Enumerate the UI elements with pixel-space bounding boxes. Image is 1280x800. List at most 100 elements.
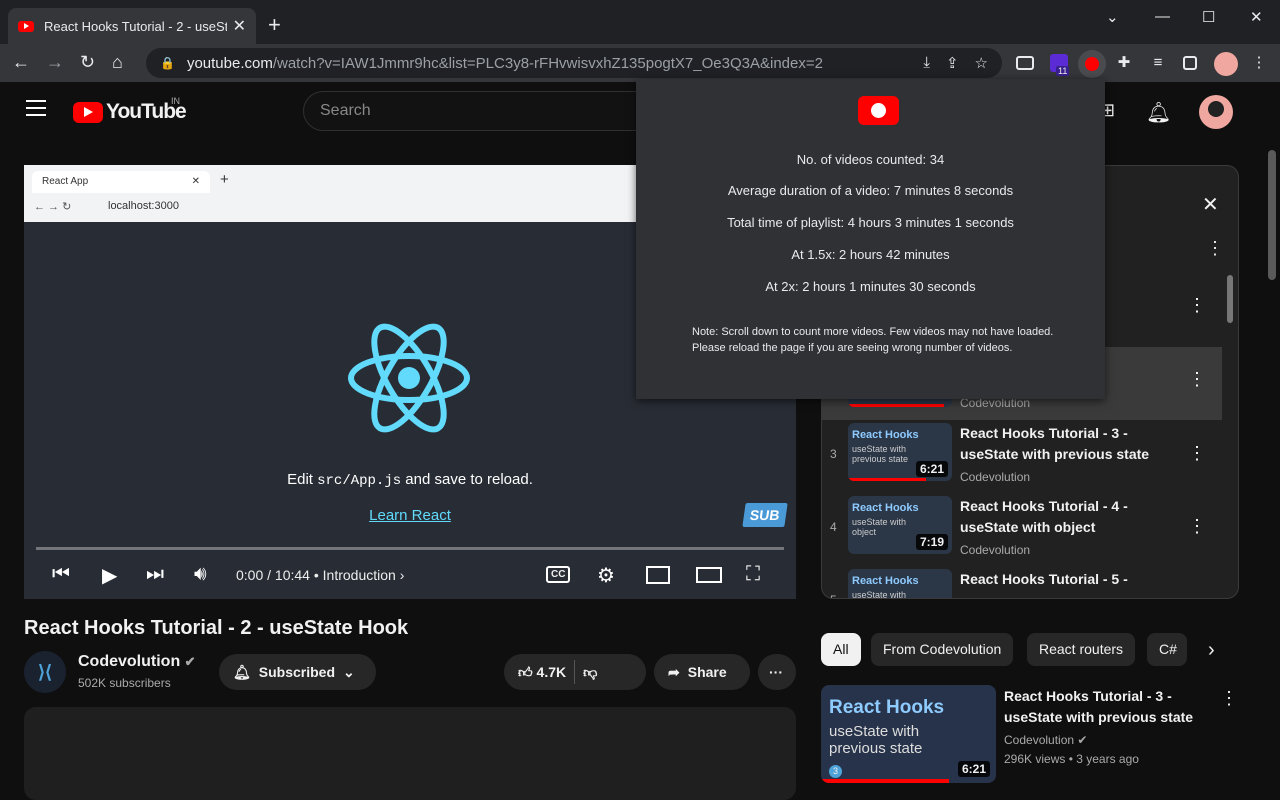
react-logo-icon xyxy=(348,323,470,433)
time-display: 0:00 / 10:44 • Introduction › xyxy=(236,567,405,583)
install-icon[interactable]: ⤓ xyxy=(923,54,930,72)
miniplayer-icon[interactable] xyxy=(646,566,670,584)
next-icon[interactable]: ⏭ xyxy=(146,563,164,586)
playlist-counter-logo-icon xyxy=(858,96,899,125)
url-domain: youtube.com xyxy=(186,54,273,72)
youtube-favicon-icon xyxy=(18,20,34,32)
pip-extension-icon[interactable] xyxy=(1016,56,1034,70)
playlist-counter-extension-icon xyxy=(1085,57,1099,71)
search-input[interactable]: Search xyxy=(303,91,643,131)
share-page-icon[interactable]: ⇪ xyxy=(946,54,959,72)
playlist-scrollbar[interactable] xyxy=(1227,275,1233,323)
side-panel-icon[interactable] xyxy=(1183,56,1197,70)
tab-search-icon[interactable]: ⌄ xyxy=(1106,8,1119,26)
playlist-item[interactable]: 5 React HooksuseState with React Hooks T… xyxy=(822,567,1222,598)
new-tab-icon[interactable]: + xyxy=(268,12,281,38)
inner-nav-icons: ← → ↻ xyxy=(34,201,72,213)
country-code: IN xyxy=(171,96,180,106)
verified-icon: ✔ xyxy=(184,654,196,669)
learn-react-link: Learn React xyxy=(369,507,451,524)
speed-1-5x: At 1.5x: 2 hours 42 minutes xyxy=(791,247,950,262)
close-playlist-icon[interactable]: ✕ xyxy=(1202,192,1219,217)
profile-avatar[interactable] xyxy=(1214,52,1238,76)
like-button[interactable]: 👍︎ 4.7K xyxy=(518,664,566,681)
inner-tab-title: React App xyxy=(42,176,89,187)
play-icon[interactable]: ▶ xyxy=(102,563,117,588)
captions-icon[interactable]: CC xyxy=(546,566,571,583)
watch-progress xyxy=(821,779,949,783)
chevron-right-icon[interactable]: › xyxy=(1208,639,1215,662)
subscribe-watermark[interactable]: SUB xyxy=(742,503,788,527)
inner-tab: React App ✕ xyxy=(32,171,210,193)
more-actions-button[interactable]: ··· xyxy=(758,654,796,690)
recommended-title[interactable]: React Hooks Tutorial - 3 - useState with… xyxy=(1004,686,1204,728)
share-icon: ➦ xyxy=(668,663,680,680)
playlist-menu-icon[interactable]: ⋮ xyxy=(1206,238,1224,259)
notifications-bell-icon[interactable]: 🔔︎ xyxy=(1146,100,1171,125)
chevron-down-icon: ⌄ xyxy=(343,663,355,680)
channel-name[interactable]: Codevolution ✔ xyxy=(78,653,196,671)
episode-badge: 3 xyxy=(829,765,842,778)
extension-popup: No. of videos counted: 34 Average durati… xyxy=(636,79,1105,399)
back-icon[interactable]: ← xyxy=(12,52,30,73)
account-avatar[interactable] xyxy=(1199,95,1233,129)
more-icon[interactable]: ⋮ xyxy=(1188,516,1206,537)
theater-mode-icon[interactable] xyxy=(696,567,722,583)
video-thumbnail: React Hooks useState with object 7:19 xyxy=(848,496,952,554)
page-scrollbar[interactable] xyxy=(1268,150,1276,280)
playlist-item[interactable]: 3 React Hooks useState with previous stat… xyxy=(822,421,1222,494)
reload-icon[interactable]: ↻ xyxy=(80,52,95,73)
playlist-item[interactable]: 4 React Hooks useState with object 7:19 Re… xyxy=(822,494,1222,567)
maximize-icon[interactable]: ☐ xyxy=(1202,8,1215,26)
address-bar[interactable]: 🔒 youtube.com/watch?v=IAW1Jmmr9hc&list=P… xyxy=(146,48,1002,78)
subscribed-button[interactable]: 🔔︎ Subscribed ⌄ xyxy=(219,654,376,690)
bookmark-star-icon[interactable]: ☆ xyxy=(975,54,988,72)
more-icon[interactable]: ⋮ xyxy=(1188,295,1206,316)
tab-title: React Hooks Tutorial - 2 - useSta xyxy=(44,18,227,34)
description-box[interactable] xyxy=(24,707,796,800)
settings-gear-icon[interactable]: ⚙ xyxy=(597,563,615,588)
hamburger-menu-icon[interactable] xyxy=(26,100,46,118)
duration-badge: 6:21 xyxy=(957,761,990,777)
previous-icon[interactable]: ⏮ xyxy=(52,563,70,586)
home-icon[interactable]: ⌂ xyxy=(112,52,123,73)
volume-icon[interactable]: 🔊︎ xyxy=(194,563,207,586)
total-time: Total time of playlist: 4 hours 3 minute… xyxy=(727,215,1014,230)
chip-from-codevolution[interactable]: From Codevolution xyxy=(871,633,1014,666)
browser-tab[interactable]: React Hooks Tutorial - 2 - useSta ✕ xyxy=(8,8,256,44)
videos-counted: No. of videos counted: 34 xyxy=(796,152,945,167)
extensions-puzzle-icon[interactable]: ✚ xyxy=(1115,54,1133,72)
subscriber-count: 502K subscribers xyxy=(78,676,171,690)
minimize-icon[interactable]: — xyxy=(1155,8,1170,25)
chip-csharp[interactable]: C# xyxy=(1147,633,1187,666)
url-path: /watch?v=IAW1Jmmr9hc&list=PLC3y8-rFHvwis… xyxy=(272,54,823,72)
close-tab-icon[interactable]: ✕ xyxy=(233,16,246,36)
bell-icon: 🔔︎ xyxy=(233,663,251,680)
chrome-menu-icon[interactable]: ⋮ xyxy=(1250,54,1268,72)
channel-avatar[interactable]: ⟩⟨ xyxy=(24,651,66,693)
fullscreen-icon[interactable]: ⛶ xyxy=(746,563,760,586)
share-button[interactable]: ➦ Share xyxy=(654,654,750,690)
like-dislike-group: 👍︎ 4.7K 👎︎ xyxy=(504,654,646,690)
speed-2x: At 2x: 2 hours 1 minutes 30 seconds xyxy=(765,279,976,294)
youtube-play-icon xyxy=(73,101,103,123)
verified-icon: ✔ xyxy=(1077,733,1088,747)
inner-url: localhost:3000 xyxy=(108,200,179,212)
video-thumbnail: React Hooks useState with xyxy=(848,569,952,598)
forward-icon[interactable]: → xyxy=(46,52,64,73)
average-duration: Average duration of a video: 7 minutes 8… xyxy=(727,183,1014,198)
more-icon[interactable]: ⋮ xyxy=(1188,443,1206,464)
media-control-icon[interactable]: ≡ xyxy=(1149,54,1167,72)
recommended-thumbnail[interactable]: React Hooks useState with previous state… xyxy=(821,685,996,783)
more-icon[interactable]: ⋮ xyxy=(1188,369,1206,390)
youtube-logo[interactable]: YouTube IN xyxy=(73,96,187,124)
close-window-icon[interactable]: ✕ xyxy=(1250,8,1263,26)
chip-all[interactable]: All xyxy=(821,633,861,666)
chip-react-routers[interactable]: React routers xyxy=(1027,633,1136,666)
lock-icon: 🔒 xyxy=(160,56,175,70)
dislike-button[interactable]: 👎︎ xyxy=(583,664,597,681)
recommended-channel[interactable]: Codevolution ✔ xyxy=(1004,733,1087,747)
chapter-title[interactable]: Introduction xyxy=(323,567,396,583)
recommended-more-icon[interactable]: ⋮ xyxy=(1220,688,1238,709)
video-progress-bar[interactable] xyxy=(36,547,784,550)
